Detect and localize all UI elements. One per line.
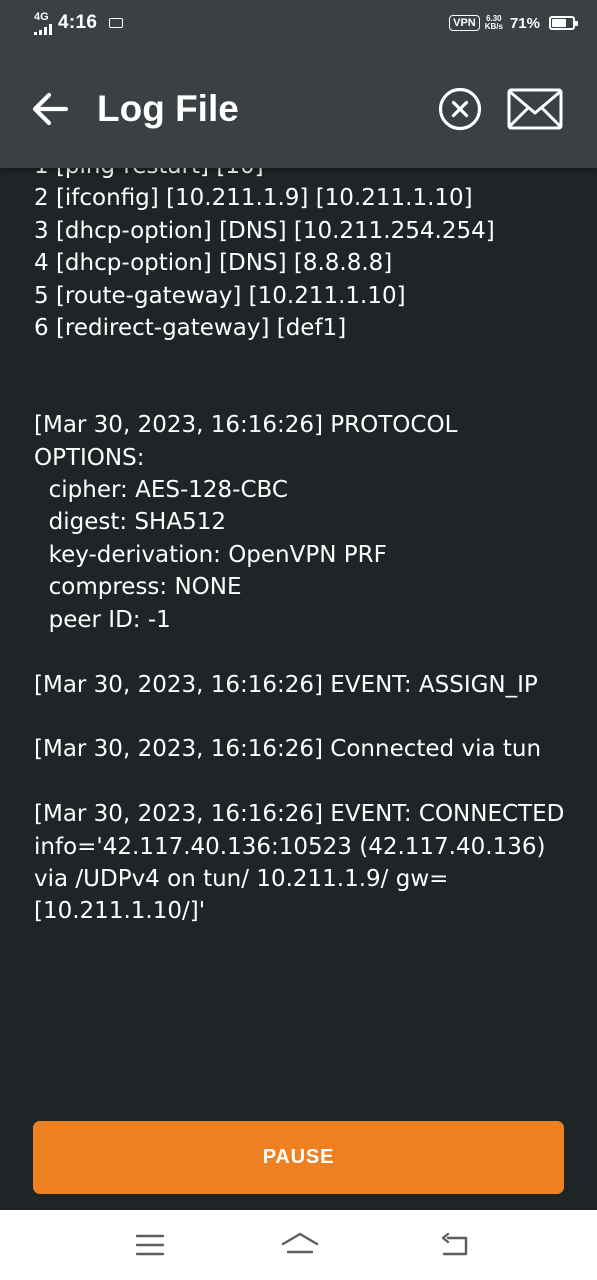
log-line: key-derivation: OpenVPN PRF: [34, 541, 387, 568]
email-log-button[interactable]: [505, 86, 565, 132]
pause-button-label: PAUSE: [262, 1146, 335, 1168]
system-nav-bar: [0, 1210, 597, 1280]
status-bar: 4G 4:16 VPN 6.30 KB/s 71%: [0, 0, 597, 46]
network-speed: 6.30 KB/s: [485, 15, 503, 31]
page-title: Log File: [97, 88, 239, 129]
log-line: [Mar 30, 2023, 16:16:26] PROTOCOL OPTION…: [34, 412, 465, 471]
log-line: 4 [dhcp-option] [DNS] [8.8.8.8]: [34, 250, 393, 277]
log-line: 5 [route-gateway] [10.211.1.10]: [34, 282, 406, 309]
clock: 4:16: [58, 12, 98, 33]
envelope-icon: [507, 88, 563, 130]
battery-icon: [549, 16, 578, 30]
vpn-badge: VPN: [449, 15, 480, 31]
home-icon: [281, 1232, 319, 1254]
log-line: [Mar 30, 2023, 16:16:26] EVENT: ASSIGN_I…: [34, 671, 538, 698]
network-indicator: 4G: [34, 10, 52, 35]
log-line: 3 [dhcp-option] [DNS] [10.211.254.254]: [34, 217, 495, 244]
pause-button[interactable]: PAUSE: [33, 1121, 564, 1194]
log-line: cipher: AES-128-CBC: [34, 477, 288, 504]
log-line: compress: NONE: [34, 574, 242, 601]
close-circle-icon: [438, 87, 482, 131]
status-left: 4G 4:16: [34, 10, 124, 35]
menu-icon: [135, 1234, 165, 1256]
nav-back-button[interactable]: [438, 1230, 472, 1260]
status-right: VPN 6.30 KB/s 71%: [449, 14, 578, 32]
log-line: 6 [redirect-gateway] [def1]: [34, 315, 347, 342]
battery-fill: [552, 19, 566, 27]
network-type: 4G: [34, 10, 49, 23]
log-line: [Mar 30, 2023, 16:16:26] EVENT: CONNECTE…: [34, 801, 572, 925]
back-icon: [441, 1232, 468, 1256]
app-bar: Log File: [0, 46, 597, 168]
battery-percent: 71%: [509, 14, 540, 32]
log-line: peer ID: -1: [34, 606, 171, 633]
message-notification-icon: [109, 18, 124, 28]
nav-menu-button[interactable]: [133, 1230, 167, 1260]
log-line: digest: SHA512: [34, 509, 226, 536]
back-button[interactable]: [28, 86, 74, 132]
speed-unit: KB/s: [484, 22, 503, 31]
log-scroll-area[interactable]: 1 [ping-restart] [10]2 [ifconfig] [10.21…: [0, 150, 597, 1210]
arrow-left-icon: [32, 92, 69, 126]
nav-home-button[interactable]: [280, 1230, 320, 1260]
log-line: [Mar 30, 2023, 16:16:26] Connected via t…: [34, 736, 542, 763]
log-text: 1 [ping-restart] [10]2 [ifconfig] [10.21…: [34, 150, 574, 928]
clear-log-button[interactable]: [437, 86, 483, 132]
log-line: 2 [ifconfig] [10.211.1.9] [10.211.1.10]: [34, 185, 473, 212]
signal-icon: [34, 23, 52, 35]
